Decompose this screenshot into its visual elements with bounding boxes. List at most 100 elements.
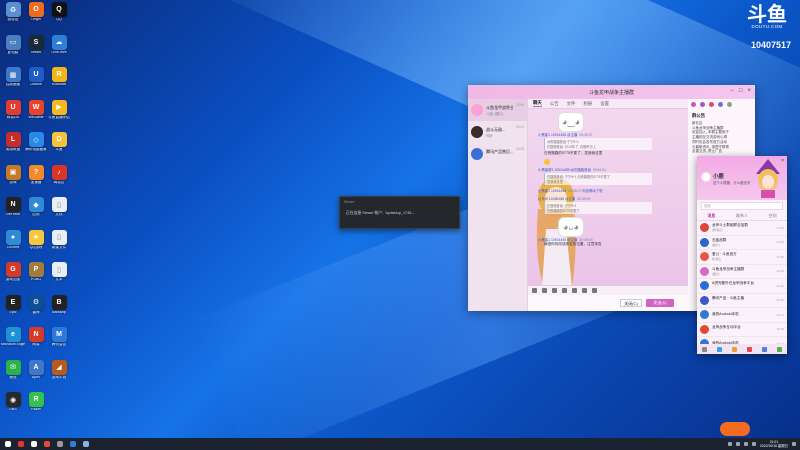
taskbar-app[interactable] — [16, 439, 26, 449]
conversation-item[interactable]: 腾讯产品售后... ... 15:30 — [468, 143, 527, 165]
menu-icon[interactable] — [702, 346, 707, 352]
notice-title: 群公告 — [692, 113, 706, 118]
list-item[interactable]: A拼完都外在龙甲战争平台... 20:46 — [697, 279, 787, 294]
app-icon: O — [28, 2, 44, 17]
tab-space[interactable]: 空间 — [769, 213, 777, 219]
desktop-icon[interactable]: D 斗鱼 — [46, 132, 72, 162]
desktop-icon[interactable]: R Razer — [23, 392, 49, 422]
list-item[interactable]: 我的Android手机 19:41 — [697, 308, 787, 323]
start-button[interactable] — [3, 439, 13, 449]
list-item[interactable]: 无敌战群 [图片] 20:56 — [697, 236, 787, 250]
tab-contacts[interactable]: 联系人 — [736, 213, 748, 219]
tab-album[interactable]: 相册 — [583, 101, 592, 107]
conversation-item[interactable]: 战斗无敌... 你好 19:21 — [468, 121, 527, 143]
scissors-icon[interactable] — [542, 288, 547, 293]
shield-icon[interactable] — [762, 346, 767, 352]
desktop-icon[interactable]: Q QQ — [46, 2, 72, 32]
desktop-icon-label: 网易云 — [53, 180, 65, 184]
game-icon[interactable] — [717, 346, 722, 352]
more-icon[interactable] — [727, 101, 732, 107]
desktop-icon[interactable]: R Rockstar — [46, 67, 72, 97]
list-item[interactable]: 爱公 · 斗鱼官方 新消息 20:50 — [697, 250, 787, 265]
message-sender[interactable]: 小黑鲨鲜1 10914455 — [538, 168, 569, 172]
app-icon: ◢ — [51, 359, 67, 375]
ime-icon[interactable] — [751, 442, 756, 446]
steam-popup-message: 正在连接 Steam 帐户：bydsktop_1745... — [346, 211, 415, 215]
minimize-icon[interactable]: − — [730, 88, 734, 94]
conversation-item[interactable]: 斗鱼龙甲战争主... 斗鱼: [图片] 20:49 — [468, 99, 527, 121]
avatar — [471, 148, 483, 160]
desktop-icon[interactable]: B Bandizip — [46, 294, 72, 325]
user-nickname[interactable]: 小鹿 — [713, 172, 724, 180]
app-icon[interactable] — [747, 346, 752, 352]
sticker-image[interactable]: ◕ᴗ◕ — [558, 217, 584, 237]
send-button[interactable]: 发送(S) — [646, 299, 674, 307]
history-icon[interactable] — [592, 288, 597, 293]
user-signature[interactable]: 这个人很懒，什么都没写 — [713, 180, 750, 185]
taskbar-app[interactable] — [81, 439, 91, 449]
avatar — [700, 223, 709, 233]
message-tag[interactable]: @主播 — [567, 133, 577, 137]
message-tag[interactable]: @主播 — [565, 197, 575, 201]
message-sender[interactable]: 以东W 10288188 — [538, 197, 564, 201]
app-icon: ⚙ — [28, 294, 44, 310]
tab-chat[interactable]: 聊天 — [533, 100, 542, 107]
sticker-image[interactable]: ◕‿◕ — [558, 112, 584, 132]
steam-login-popup[interactable]: Steam 正在连接 Steam 帐户：bydsktop_1745... — [339, 196, 460, 229]
taskbar-app[interactable] — [29, 439, 39, 449]
clock[interactable]: 21:01 2022/10/16 星期日 — [760, 440, 788, 448]
conversation-preview: 斗鱼: [图片] — [486, 111, 504, 116]
douyu-tray-badge[interactable] — [720, 422, 750, 436]
room-id: 10407517 — [750, 40, 791, 50]
desktop-icon[interactable]: ▯ 文本 — [46, 262, 72, 292]
list-item[interactable]: 腾讯产品 · 斗鱼主播... 20:32 — [697, 294, 787, 308]
message-tag[interactable]: @在路路昔吞 — [570, 168, 590, 172]
tab-messages[interactable]: 消息 — [707, 213, 715, 219]
desktop-icon[interactable]: ▯ 文档 — [46, 197, 72, 227]
desktop-icon[interactable]: ◢ 游戏平台 — [46, 359, 72, 390]
folder-icon[interactable] — [552, 288, 557, 293]
maximize-icon[interactable]: □ — [739, 88, 743, 94]
list-item[interactable]: 龙甲斗士群组联合加群 [群消息] 21:09 — [697, 221, 787, 236]
voice-icon[interactable] — [582, 288, 587, 293]
close-icon[interactable]: × — [747, 88, 751, 94]
tab-notice[interactable]: 公告 — [550, 101, 559, 107]
desktop-icon-label: 斗鱼 — [55, 148, 63, 151]
qq-main-panel[interactable]: × 小鹿 这个人很懒，什么都没写 搜索 消息 联系人 空间 龙甲斗士群组联合加群… — [697, 156, 787, 354]
video-icon[interactable] — [700, 101, 705, 107]
network-icon[interactable] — [735, 442, 740, 446]
qq-titlebar[interactable]: 斗鱼龙甲战争主播群 − □ × — [468, 85, 755, 99]
message-sender[interactable]: 小黑鲨1 10914455 — [538, 189, 566, 193]
app-icon[interactable] — [732, 346, 737, 352]
desktop-icon[interactable]: ▶ 斗鱼直播伴侣 — [46, 99, 72, 130]
taskbar-app[interactable] — [55, 439, 65, 449]
message-input[interactable]: 关闭(C) 发送(S) — [528, 295, 688, 311]
taskbar-app[interactable] — [68, 439, 78, 449]
search-input[interactable]: 搜索 — [701, 202, 783, 210]
chevron-up-icon[interactable] — [727, 442, 732, 446]
desktop-icon[interactable]: ▯ 新建文件 — [46, 229, 72, 260]
panel-tabs: 消息 联系人 空间 — [697, 212, 787, 221]
avatar[interactable] — [701, 172, 711, 182]
close-button[interactable]: 关闭(C) — [620, 299, 642, 307]
desktop-icon[interactable]: ♪ 网易云 — [46, 164, 72, 195]
share-screen-icon[interactable] — [709, 101, 714, 107]
image-icon[interactable] — [562, 288, 567, 293]
gift-icon[interactable] — [572, 288, 577, 293]
volume-icon[interactable] — [743, 442, 748, 446]
list-item[interactable]: 龙甲战争互动平台... 18:59 — [697, 323, 787, 337]
app-icon[interactable] — [777, 346, 782, 352]
add-member-icon[interactable] — [718, 101, 723, 107]
notification-icon[interactable] — [792, 442, 796, 446]
emoji-icon[interactable] — [532, 288, 537, 293]
tab-files[interactable]: 文件 — [567, 101, 576, 107]
app-icon: ▯ — [51, 262, 67, 277]
desktop-icon[interactable]: M 腾讯会议 — [46, 327, 72, 357]
taskbar-app[interactable] — [42, 439, 52, 449]
desktop-icon-label: QQ — [56, 18, 62, 21]
list-item[interactable]: 斗鱼龙甲战争主播群 [图片] 20:49 — [697, 265, 787, 279]
desktop-icon[interactable]: ☁ OneDrive — [46, 34, 72, 65]
tab-settings[interactable]: 设置 — [600, 101, 609, 107]
phone-icon[interactable] — [691, 101, 696, 107]
message-sender[interactable]: 小黑鲨1 10914455 — [538, 133, 566, 137]
